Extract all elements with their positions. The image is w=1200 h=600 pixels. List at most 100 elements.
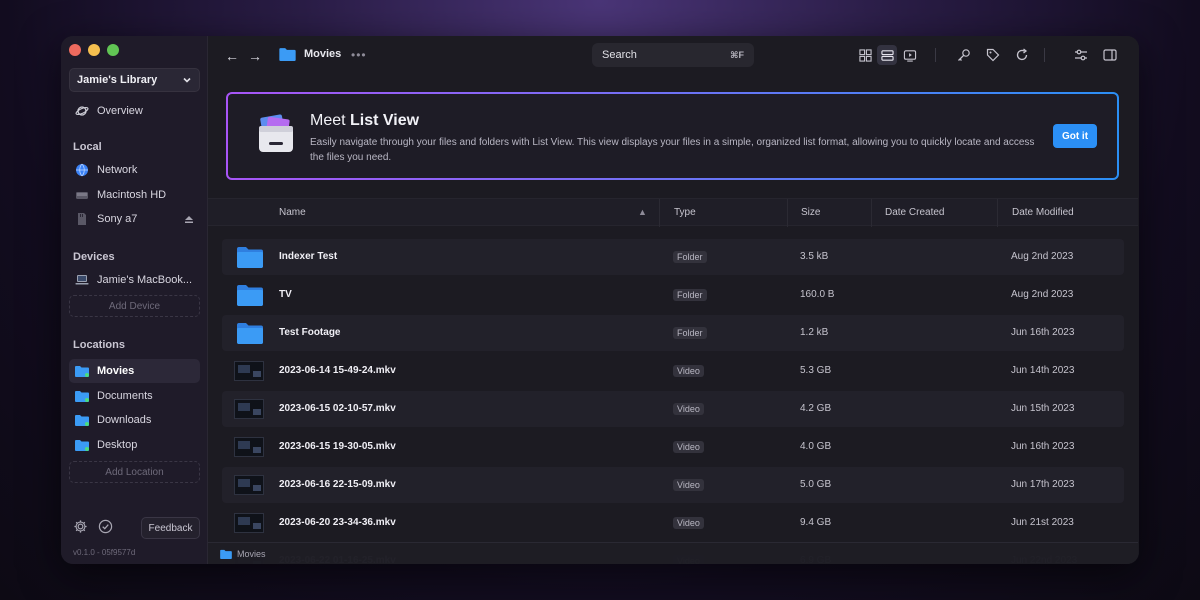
window-controls xyxy=(69,44,119,56)
column-header-date-modified[interactable]: Date Modified xyxy=(1012,207,1074,218)
toolbar: ← → Movies ••• Search ⌘F xyxy=(208,36,1139,76)
column-header-date-created[interactable]: Date Created xyxy=(885,207,944,218)
library-name: Jamie's Library xyxy=(77,74,158,86)
hard-drive-icon xyxy=(76,192,88,199)
folder-icon xyxy=(220,549,232,559)
locations-heading: Locations xyxy=(73,339,125,351)
list-view-banner: Meet List View Easily navigate through y… xyxy=(226,92,1119,180)
more-options-icon[interactable]: ••• xyxy=(351,48,367,62)
folder-icon xyxy=(75,391,89,402)
column-header-name[interactable]: Name xyxy=(279,207,306,218)
current-folder-label: Movies xyxy=(304,48,342,60)
planet-icon xyxy=(75,106,89,116)
table-row[interactable]: 2023-06-15 19-30-05.mkv Video 4.0 GB Jun 16… xyxy=(222,429,1124,465)
library-selector[interactable]: Jamie's Library xyxy=(69,68,200,92)
sidebar-footer-icons xyxy=(73,519,113,534)
date-modified: Jun 15th 2023 xyxy=(1011,403,1075,414)
file-type-badge: Video xyxy=(673,365,704,377)
tag-icon[interactable] xyxy=(983,45,1003,65)
video-thumbnail xyxy=(234,361,264,381)
file-name: 2023-06-15 19-30-05.mkv xyxy=(279,441,396,452)
sliders-icon[interactable] xyxy=(1071,45,1091,65)
sidebar-item-macbook[interactable]: Jamie's MacBook... xyxy=(69,268,200,292)
close-window-button[interactable] xyxy=(69,44,81,56)
sort-ascending-icon[interactable]: ▲ xyxy=(638,207,647,217)
sidebar-item-macintosh-hd[interactable]: Macintosh HD xyxy=(69,183,200,207)
file-size: 5.0 GB xyxy=(800,479,832,490)
gear-icon[interactable] xyxy=(73,519,88,534)
grid-view-icon[interactable] xyxy=(855,45,875,65)
sidebar-item-desktop[interactable]: Desktop xyxy=(69,433,200,457)
add-device-button[interactable]: Add Device xyxy=(69,295,200,317)
sidebar-item-network[interactable]: Network xyxy=(69,158,200,182)
back-arrow-icon[interactable]: ← xyxy=(225,48,239,64)
media-view-icon[interactable] xyxy=(900,45,920,65)
column-divider xyxy=(787,199,788,227)
sidebar-item-documents[interactable]: Documents xyxy=(69,384,200,408)
table-row[interactable]: Test Footage Folder 1.2 kB Jun 16th 2023 xyxy=(222,315,1124,351)
search-input[interactable]: Search ⌘F xyxy=(592,43,754,67)
key-icon[interactable] xyxy=(954,45,974,65)
video-thumbnail xyxy=(234,475,264,495)
search-shortcut: ⌘F xyxy=(730,49,744,60)
date-modified: Jun 16th 2023 xyxy=(1011,441,1075,452)
table-row[interactable]: Indexer Test Folder 3.5 kB Aug 2nd 2023 xyxy=(222,239,1124,275)
column-header-size[interactable]: Size xyxy=(801,207,820,218)
feedback-button[interactable]: Feedback xyxy=(141,517,200,539)
file-type-badge: Folder xyxy=(673,289,707,301)
forward-arrow-icon[interactable]: → xyxy=(248,48,262,64)
file-name: Test Footage xyxy=(279,327,341,338)
date-modified: Jun 17th 2023 xyxy=(1011,479,1075,490)
column-header-type[interactable]: Type xyxy=(674,207,696,218)
banner-title-prefix: Meet xyxy=(310,112,351,129)
table-row[interactable]: 2023-06-20 23-34-36.mkv Video 9.4 GB Jun 21… xyxy=(222,505,1124,541)
video-thumbnail xyxy=(234,399,264,419)
folder-icon xyxy=(75,440,89,451)
folder-icon xyxy=(237,247,263,268)
maximize-window-button[interactable] xyxy=(107,44,119,56)
file-name: 2023-06-20 23-34-36.mkv xyxy=(279,517,396,528)
file-size: 9.4 GB xyxy=(800,517,832,528)
status-path[interactable]: Movies xyxy=(237,549,266,559)
sidebar-item-label: Downloads xyxy=(97,414,152,426)
file-name: Indexer Test xyxy=(279,251,338,262)
sd-card-icon xyxy=(78,213,86,225)
folder-icon xyxy=(237,285,263,306)
file-type-badge: Video xyxy=(673,441,704,453)
sidebar-item-overview[interactable]: Overview xyxy=(69,99,200,123)
sidebar-item-label: Sony a7 xyxy=(97,213,138,225)
minimize-window-button[interactable] xyxy=(88,44,100,56)
folder-icon xyxy=(279,48,296,61)
list-view-icon[interactable] xyxy=(877,45,897,65)
file-name: TV xyxy=(279,289,292,300)
laptop-icon xyxy=(75,275,89,285)
refresh-icon[interactable] xyxy=(1012,45,1032,65)
file-type-badge: Folder xyxy=(673,251,707,263)
date-modified: Jun 21st 2023 xyxy=(1011,517,1074,528)
sidebar: Jamie's Library Overview Local Network M… xyxy=(61,36,208,564)
got-it-button[interactable]: Got it xyxy=(1053,124,1097,148)
add-location-button[interactable]: Add Location xyxy=(69,461,200,483)
file-type-badge: Video xyxy=(673,517,704,529)
sidebar-toggle-icon[interactable] xyxy=(1100,45,1120,65)
video-thumbnail xyxy=(234,513,264,533)
sidebar-item-sony-a7[interactable]: Sony a7 xyxy=(69,207,200,231)
table-row[interactable]: 2023-06-14 15-49-24.mkv Video 5.3 GB Jun 14… xyxy=(222,353,1124,389)
search-placeholder: Search xyxy=(602,49,637,61)
file-name: 2023-06-14 15-49-24.mkv xyxy=(279,365,396,376)
sidebar-item-movies[interactable]: Movies xyxy=(69,359,200,383)
sidebar-item-downloads[interactable]: Downloads xyxy=(69,408,200,432)
video-thumbnail xyxy=(234,437,264,457)
eject-icon[interactable] xyxy=(184,214,194,224)
table-row[interactable]: 2023-06-16 22-15-09.mkv Video 5.0 GB Jun 17… xyxy=(222,467,1124,503)
breadcrumb[interactable]: Movies xyxy=(279,47,341,61)
table-row[interactable]: 2023-06-15 02-10-57.mkv Video 4.2 GB Jun 15… xyxy=(222,391,1124,427)
column-divider xyxy=(659,199,660,227)
table-row[interactable]: TV Folder 160.0 B Aug 2nd 2023 xyxy=(222,277,1124,313)
banner-description: Easily navigate through your files and f… xyxy=(310,137,1035,163)
check-circle-icon[interactable] xyxy=(98,519,113,534)
file-name: 2023-06-16 22-15-09.mkv xyxy=(279,479,396,490)
chevron-down-icon xyxy=(183,77,191,83)
sidebar-item-label: Movies xyxy=(97,365,135,377)
devices-heading: Devices xyxy=(73,251,115,263)
